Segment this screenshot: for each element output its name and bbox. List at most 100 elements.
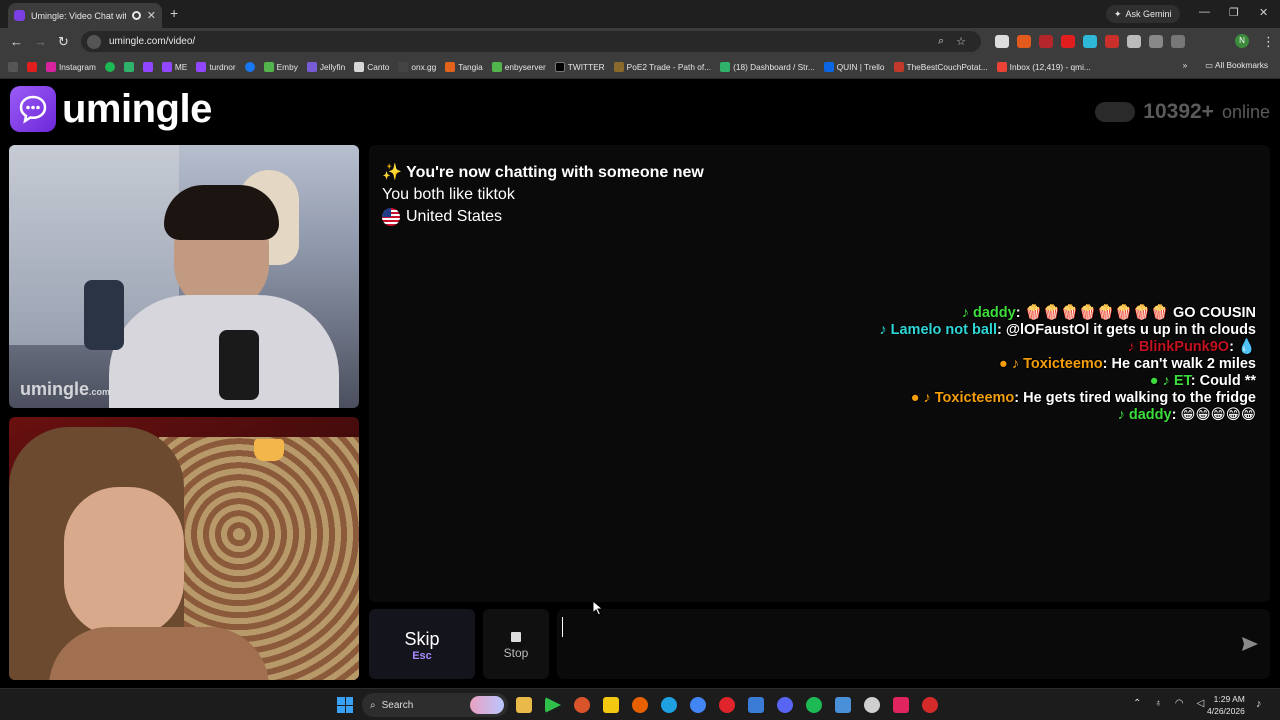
- online-toggle[interactable]: [1095, 102, 1136, 122]
- watermark-text: umingle: [20, 379, 90, 399]
- volume-icon[interactable]: ◁: [1197, 698, 1205, 709]
- bookmark-canto[interactable]: Canto: [354, 61, 389, 72]
- site-logo[interactable]: umingle: [10, 86, 212, 132]
- self-video: [9, 417, 359, 680]
- bookmark-twitch[interactable]: [142, 61, 153, 72]
- overlay-text: : 🍿🍿🍿🍿🍿🍿🍿🍿 GO COUSIN: [1015, 305, 1256, 321]
- extension-fox-icon[interactable]: [1017, 35, 1031, 48]
- twitch-icon: [142, 61, 153, 72]
- play-app-icon[interactable]: [545, 697, 561, 713]
- microphone-icon[interactable]: ♁: [1154, 698, 1162, 709]
- tiktok-icon: ♪: [1127, 339, 1139, 355]
- send-icon[interactable]: [1240, 634, 1260, 654]
- extensions-puzzle-icon[interactable]: [1127, 35, 1141, 48]
- close-window-icon[interactable]: ✕: [1259, 6, 1268, 19]
- opera-icon[interactable]: [719, 697, 735, 713]
- new-tab-button[interactable]: +: [170, 5, 178, 21]
- bookmark-poe2-trade[interactable]: PoE2 Trade - Path of...: [613, 61, 711, 72]
- overlay-text: : He can't walk 2 miles: [1102, 356, 1256, 372]
- search-highlight-icon: [470, 696, 504, 714]
- media-controls-icon[interactable]: [1171, 35, 1185, 48]
- bookmark-green[interactable]: [123, 61, 134, 72]
- reload-icon[interactable]: ↻: [58, 34, 69, 50]
- edge-icon[interactable]: [661, 697, 677, 713]
- notepad-icon[interactable]: [835, 697, 851, 713]
- skip-button[interactable]: Skip Esc: [369, 609, 475, 679]
- youtube-extension-icon[interactable]: [1061, 35, 1075, 48]
- menu-kebab-icon[interactable]: ⋮: [1262, 34, 1275, 50]
- overlay-text: : 💧: [1229, 339, 1256, 355]
- obs-icon[interactable]: [864, 697, 880, 713]
- forward-icon[interactable]: →: [34, 34, 47, 49]
- taskbar-search[interactable]: ⌕ Search: [362, 693, 508, 717]
- streamlabs-icon[interactable]: [922, 697, 938, 713]
- overlay-username: Toxicteemo: [1023, 356, 1103, 372]
- tiktok-live-icon[interactable]: [893, 697, 909, 713]
- bookmark-inbox[interactable]: Inbox (12,419) - qmi...: [996, 61, 1091, 72]
- jellyfin-icon: [306, 61, 317, 72]
- lamp: [254, 439, 284, 461]
- sticky-notes-icon[interactable]: [603, 697, 619, 713]
- bookmark-dashboard[interactable]: (18) Dashboard / Str...: [720, 61, 815, 72]
- notification-bell-icon[interactable]: ♪: [1256, 698, 1262, 710]
- bookmark-jellyfin[interactable]: Jellyfin: [306, 61, 345, 72]
- extension-shield-icon[interactable]: [1105, 35, 1119, 48]
- taskbar-clock[interactable]: 1:29 AM 4/26/2026: [1207, 693, 1245, 717]
- bookmark-facebook[interactable]: [244, 61, 255, 72]
- bookmark-turdnor[interactable]: turdnor: [196, 61, 236, 72]
- bookmark-trello[interactable]: QUIN | Trello: [823, 61, 885, 72]
- extensions-bar: [995, 35, 1185, 48]
- bookmark-emby[interactable]: Emby: [263, 61, 298, 72]
- restore-icon[interactable]: ❐: [1229, 6, 1239, 19]
- bookmark-instagram[interactable]: Instagram: [46, 61, 96, 72]
- wifi-icon[interactable]: ◠: [1175, 698, 1184, 709]
- back-icon[interactable]: ←: [10, 34, 23, 49]
- browser-tab-umingle[interactable]: Umingle: Video Chat with S ✕: [8, 3, 162, 28]
- bookmark-spotify[interactable]: [104, 61, 115, 72]
- zoom-icon[interactable]: ⌕: [938, 35, 944, 48]
- ask-gemini-button[interactable]: ✦ Ask Gemini: [1106, 5, 1180, 23]
- skip-label: Skip: [404, 629, 440, 649]
- bookmark-onx[interactable]: onx.gg: [398, 61, 436, 72]
- bookmark-label: Instagram: [59, 61, 96, 72]
- discord-icon[interactable]: [777, 697, 793, 713]
- bookmark-star-icon[interactable]: ☆: [956, 35, 966, 48]
- close-tab-icon[interactable]: ✕: [147, 9, 156, 22]
- firefox-icon[interactable]: [632, 697, 648, 713]
- mouse-pointer-icon: [592, 600, 604, 616]
- game-app-icon[interactable]: [574, 697, 590, 713]
- extension-k-icon[interactable]: [995, 35, 1009, 48]
- stop-button[interactable]: Stop: [483, 609, 549, 679]
- side-panel-icon[interactable]: [1149, 35, 1163, 48]
- minimize-icon[interactable]: —: [1199, 6, 1210, 18]
- bookmark-couchpotato[interactable]: TheBestCouchPotat...: [893, 61, 988, 72]
- address-bar[interactable]: umingle.com/video/: [81, 31, 981, 52]
- bookmark-twitter[interactable]: TWITTER: [554, 61, 605, 72]
- browser-toolbar: ← → ↻ umingle.com/video/ ⌕ ☆ N ⋮: [0, 28, 1280, 55]
- file-explorer-icon[interactable]: [516, 697, 532, 713]
- message-input[interactable]: [557, 609, 1270, 679]
- remote-app-icon[interactable]: [748, 697, 764, 713]
- chevron-up-icon[interactable]: ⌃: [1133, 698, 1141, 709]
- couchpotato-icon: [893, 61, 904, 72]
- bookmark-apps[interactable]: [8, 61, 18, 72]
- profile-avatar[interactable]: N: [1235, 34, 1249, 48]
- recording-icon: [131, 11, 141, 20]
- windows-start-icon[interactable]: [337, 697, 353, 713]
- bookmarks-bar: Instagram ME turdnor Emby Jellyfin Canto…: [0, 55, 1280, 79]
- spotify-icon[interactable]: [806, 697, 822, 713]
- chat-bubble-logo-icon: [10, 86, 56, 132]
- bookmark-enbyserver[interactable]: enbyserver: [491, 61, 546, 72]
- search-icon: ⌕: [370, 699, 376, 711]
- instagram-icon: [46, 61, 56, 72]
- bookmark-me[interactable]: ME: [161, 61, 187, 72]
- site-info-icon[interactable]: [87, 34, 101, 49]
- bookmark-tangia[interactable]: Tangia: [445, 61, 483, 72]
- extension-red-icon[interactable]: [1039, 35, 1053, 48]
- all-bookmarks-button[interactable]: » ▭ All Bookmarks: [1183, 60, 1268, 70]
- chrome-icon[interactable]: [690, 697, 706, 713]
- seventv-extension-icon[interactable]: [1083, 35, 1097, 48]
- bookmark-youtube[interactable]: [27, 61, 37, 72]
- chevron-double-right-icon: »: [1182, 60, 1188, 70]
- browser-tab-bar: Umingle: Video Chat with S ✕ + ✦ Ask Gem…: [0, 0, 1280, 28]
